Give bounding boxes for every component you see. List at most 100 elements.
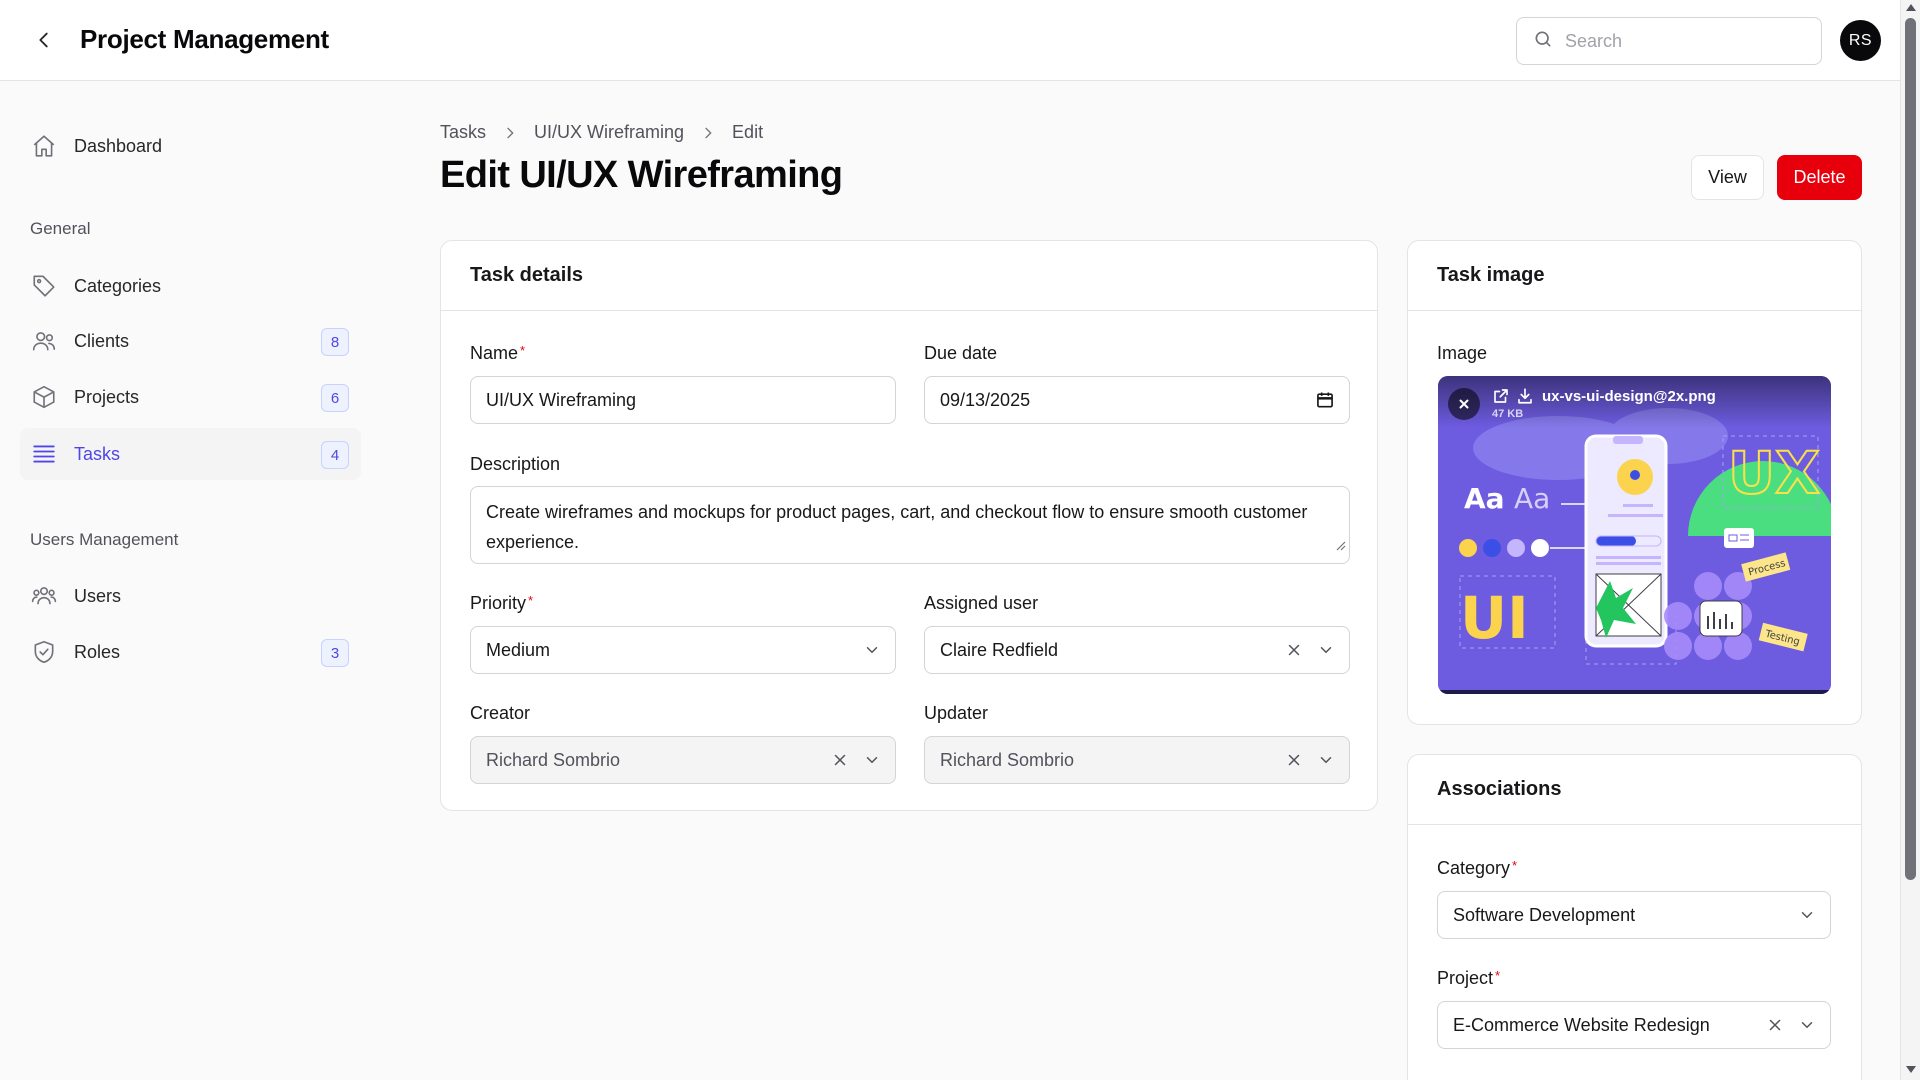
task-details-card: Task details Name * UI/UX Wireframing Due… — [440, 240, 1378, 811]
breadcrumb-tasks[interactable]: Tasks — [440, 122, 486, 143]
clear-icon[interactable] — [831, 751, 849, 769]
description-textarea[interactable]: Create wireframes and mockups for produc… — [470, 486, 1350, 564]
assigned-user-value: Claire Redfield — [940, 639, 1059, 660]
app-title: Project Management — [80, 24, 329, 54]
chevron-down-icon[interactable] — [1798, 906, 1816, 924]
chevron-right-icon — [700, 125, 716, 141]
top-bar: Project Management RS — [0, 0, 1900, 81]
ux-art-text: UX — [1728, 439, 1820, 507]
sidebar-item-label: Clients — [74, 330, 130, 351]
updater-value: Richard Sombrio — [940, 749, 1075, 770]
page-title: Edit UI/UX Wireframing — [440, 154, 843, 196]
sidebar-group-users-management: Users Management — [30, 530, 179, 549]
project-label: Project * — [1437, 968, 1501, 988]
list-icon — [30, 440, 58, 468]
image-preview: UX Aa Aa UI Process Testing ux-vs-ui-des… — [1438, 376, 1831, 694]
breadcrumb: Tasks UI/UX Wireframing Edit — [440, 122, 763, 143]
sidebar-item-label: Dashboard — [74, 135, 163, 156]
description-label: Description — [470, 454, 561, 474]
creator-label: Creator — [470, 703, 531, 723]
chevron-down-icon[interactable] — [863, 751, 881, 769]
back-arrow-icon[interactable] — [28, 24, 60, 56]
users-group-icon — [30, 327, 58, 355]
creator-select[interactable]: Richard Sombrio — [470, 736, 896, 784]
sidebar-item-label: Users — [74, 585, 122, 606]
shield-check-icon — [30, 638, 58, 666]
font-sample-bold: Aa — [1464, 482, 1505, 515]
download-icon[interactable] — [1516, 387, 1534, 410]
count-badge: 8 — [321, 328, 349, 356]
delete-button[interactable]: Delete — [1777, 155, 1862, 200]
assigned-user-select[interactable]: Claire Redfield — [924, 626, 1350, 674]
sidebar-item-clients[interactable]: Clients 8 — [20, 315, 361, 367]
sidebar-group-general: General — [30, 219, 91, 238]
sidebar-item-categories[interactable]: Categories — [20, 260, 361, 312]
updater-select[interactable]: Richard Sombrio — [924, 736, 1350, 784]
page-scrollbar[interactable] — [1900, 0, 1920, 1080]
chevron-down-icon[interactable] — [1317, 751, 1335, 769]
user-avatar[interactable]: RS — [1840, 20, 1881, 61]
assigned-user-label: Assigned user — [924, 593, 1039, 613]
priority-select[interactable]: Medium — [470, 626, 896, 674]
priority-value: Medium — [486, 639, 551, 660]
font-sample-light: Aa — [1514, 482, 1550, 515]
remove-image-icon[interactable] — [1448, 388, 1480, 420]
search-box[interactable] — [1516, 17, 1822, 65]
due-date-field[interactable]: 09/13/2025 — [924, 376, 1350, 424]
card-title: Associations — [1408, 755, 1861, 825]
category-value: Software Development — [1453, 904, 1636, 925]
view-button[interactable]: View — [1691, 155, 1764, 200]
home-icon — [30, 132, 58, 160]
cube-icon — [30, 383, 58, 411]
project-value: E-Commerce Website Redesign — [1453, 1014, 1710, 1035]
sidebar-item-roles[interactable]: Roles 3 — [20, 626, 361, 678]
card-title: Task image — [1408, 241, 1861, 311]
search-input[interactable] — [1565, 30, 1805, 52]
scroll-up-arrow-icon[interactable] — [1906, 4, 1916, 11]
count-badge: 4 — [321, 441, 349, 469]
category-select[interactable]: Software Development — [1437, 891, 1831, 939]
updater-label: Updater — [924, 703, 989, 723]
sidebar-item-projects[interactable]: Projects 6 — [20, 371, 361, 423]
ui-art-text: UI — [1460, 584, 1529, 652]
description-value: Create wireframes and mockups for produc… — [486, 502, 1308, 552]
tag-icon — [30, 272, 58, 300]
file-name: ux-vs-ui-design@2x.png — [1542, 388, 1716, 405]
name-label: Name * — [470, 343, 526, 363]
clear-icon[interactable] — [1285, 751, 1303, 769]
sidebar-item-label: Projects — [74, 386, 140, 407]
due-date-value: 09/13/2025 — [940, 389, 1031, 410]
sidebar-item-label: Tasks — [74, 443, 121, 464]
name-value: UI/UX Wireframing — [486, 389, 637, 410]
phone-mockup — [1584, 434, 1668, 648]
chevron-down-icon[interactable] — [1317, 641, 1335, 659]
calendar-icon[interactable] — [1315, 390, 1335, 410]
scroll-thumb[interactable] — [1905, 18, 1916, 880]
users-icon — [30, 582, 58, 610]
sidebar-item-label: Roles — [74, 641, 121, 662]
breadcrumb-task[interactable]: UI/UX Wireframing — [534, 122, 684, 143]
breadcrumb-current: Edit — [732, 122, 764, 142]
clear-icon[interactable] — [1766, 1016, 1784, 1034]
sidebar-item-label: Categories — [74, 275, 162, 296]
name-field[interactable]: UI/UX Wireframing — [470, 376, 896, 424]
sidebar-item-tasks[interactable]: Tasks 4 — [20, 428, 361, 480]
priority-label: Priority * — [470, 593, 534, 613]
scroll-down-arrow-icon[interactable] — [1906, 1066, 1916, 1073]
chevron-right-icon — [502, 125, 518, 141]
associations-card: Associations Category * Software Developm… — [1407, 754, 1862, 1080]
image-label: Image — [1437, 343, 1488, 363]
clear-icon[interactable] — [1285, 641, 1303, 659]
chevron-down-icon[interactable] — [1798, 1016, 1816, 1034]
due-date-label: Due date — [924, 343, 998, 363]
creator-value: Richard Sombrio — [486, 749, 621, 770]
chevron-down-icon[interactable] — [863, 641, 881, 659]
count-badge: 3 — [321, 639, 349, 667]
project-select[interactable]: E-Commerce Website Redesign — [1437, 1001, 1831, 1049]
resize-handle-icon[interactable] — [1336, 530, 1346, 560]
sidebar-item-users[interactable]: Users — [20, 570, 361, 622]
card-title: Task details — [441, 241, 1377, 311]
sidebar-item-dashboard[interactable]: Dashboard — [20, 120, 361, 172]
search-icon — [1533, 29, 1553, 54]
open-external-icon[interactable] — [1492, 387, 1510, 410]
